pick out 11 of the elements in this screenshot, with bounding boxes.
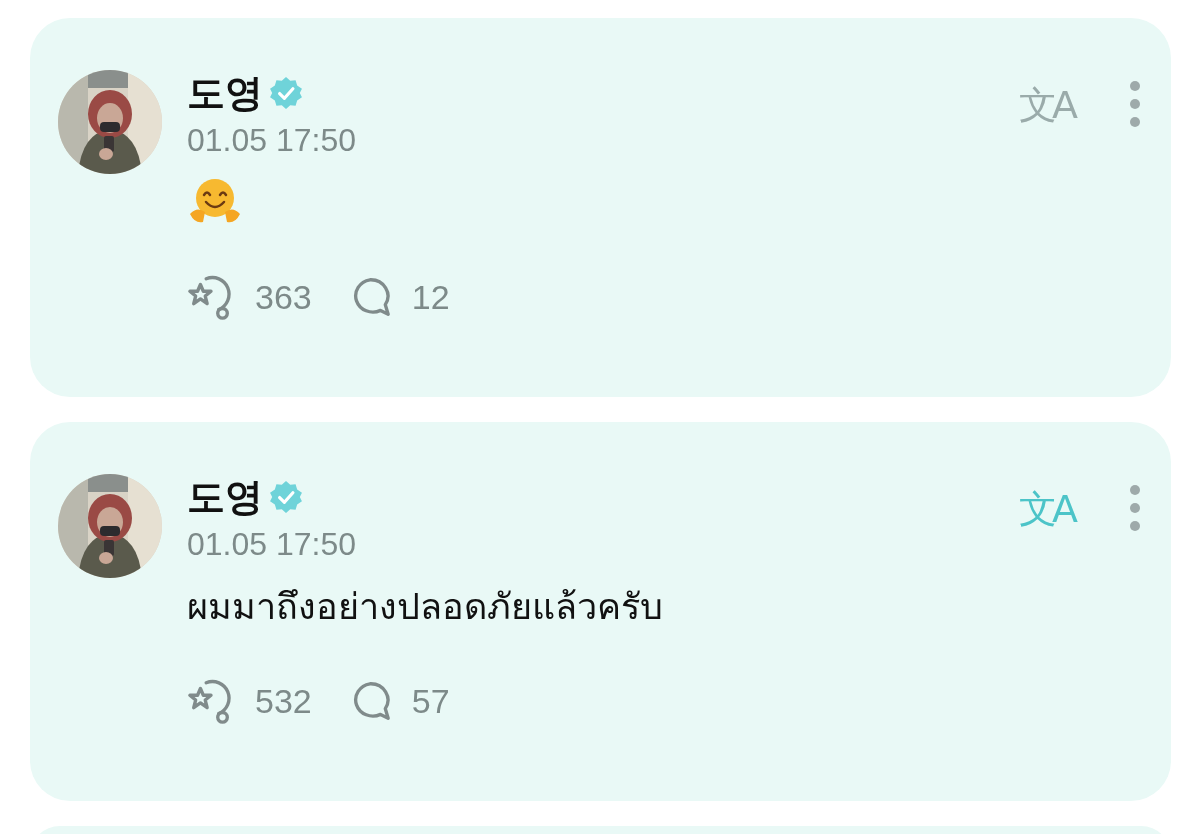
post-text: ผมมาถึงอย่างปลอดภัยแล้วครับ <box>187 584 663 629</box>
author-name[interactable]: 도영 <box>187 67 263 119</box>
author-name[interactable]: 도영 <box>187 471 263 523</box>
post-time: 01.05 17:50 <box>187 122 358 159</box>
comment-count: 12 <box>411 277 450 317</box>
reaction-count: 363 <box>255 277 312 317</box>
post-time: 01.05 17:50 <box>187 526 358 563</box>
more-icon[interactable] <box>1129 80 1141 128</box>
reaction-count: 532 <box>255 681 312 721</box>
more-icon[interactable] <box>1129 484 1141 532</box>
comment-count: 57 <box>411 681 450 721</box>
